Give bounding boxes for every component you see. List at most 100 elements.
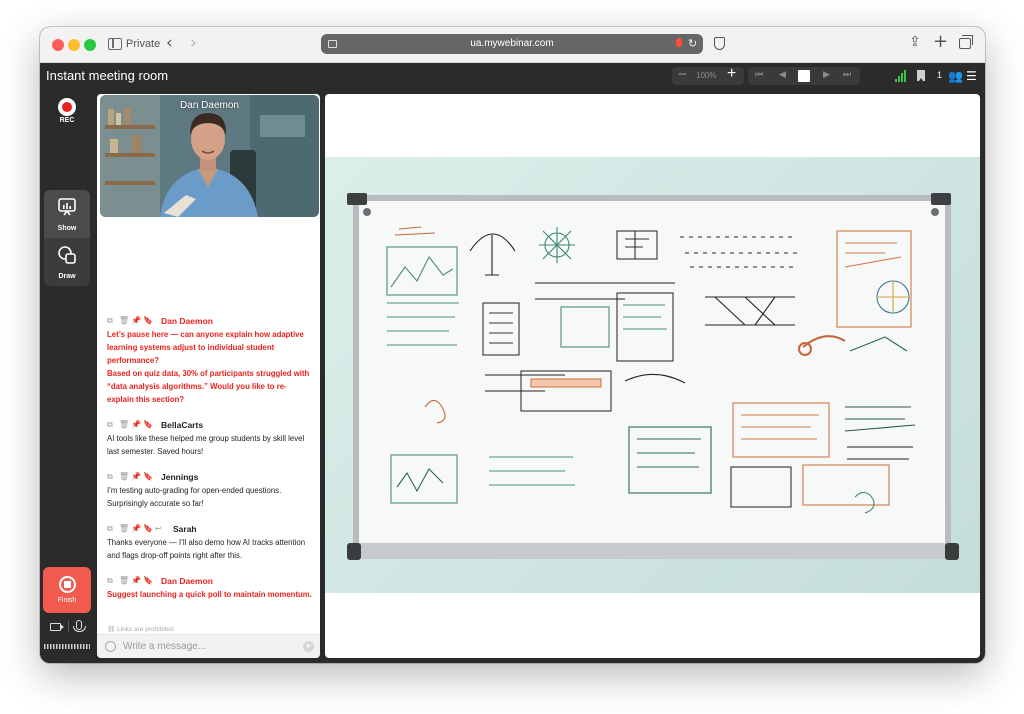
- new-tab-icon[interactable]: +: [933, 31, 948, 52]
- current-slide-indicator: [798, 70, 810, 82]
- draw-button[interactable]: Draw: [44, 238, 90, 286]
- slide-navigation: ⏮ ◀ ▶ ⏭: [748, 67, 860, 85]
- delete-icon[interactable]: 🗑: [119, 524, 129, 533]
- pin-icon[interactable]: 📌: [131, 576, 141, 585]
- message-text: I’m testing auto-grading for open-ended …: [107, 486, 282, 508]
- delete-icon[interactable]: 🗑: [119, 576, 129, 585]
- page-icon: [328, 40, 337, 48]
- forward-button[interactable]: ›: [190, 33, 197, 53]
- pin-icon[interactable]: 📌: [131, 524, 141, 533]
- links-notice: ⛓ Links are prohibited: [107, 626, 174, 633]
- send-icon[interactable]: ➤: [303, 641, 314, 652]
- message-input[interactable]: [123, 639, 293, 654]
- record-button[interactable]: REC: [48, 95, 86, 131]
- browser-toolbar: Private ‹ › ua.mywebinar.com ↻ ⇪ +: [40, 27, 985, 63]
- draw-label: Draw: [58, 273, 76, 280]
- finish-label: Finish: [57, 597, 77, 604]
- message-author: Jennings: [161, 471, 199, 482]
- pin-icon[interactable]: 📌: [131, 472, 141, 481]
- divider: [68, 620, 69, 632]
- zoom-in-button[interactable]: +: [727, 65, 736, 83]
- bookmark-icon[interactable]: 🔖: [143, 576, 153, 585]
- minimize-window-button[interactable]: [68, 39, 80, 51]
- shapes-icon: [58, 246, 76, 264]
- left-toolbar: REC Show Draw Finish: [40, 89, 95, 663]
- side-panel: Dan Daemon ⧉ 🗑 📌 🔖 Dan Daemon Let’s paus…: [97, 94, 320, 658]
- connection-signal-icon: [895, 70, 909, 82]
- copy-icon[interactable]: ⧉: [107, 524, 116, 533]
- back-button[interactable]: ‹: [166, 33, 173, 53]
- message-composer: ➤: [97, 634, 320, 658]
- tab-overview-icon[interactable]: [959, 35, 973, 49]
- url-text: ua.mywebinar.com: [470, 38, 554, 49]
- privacy-shield-icon[interactable]: [714, 37, 725, 50]
- emoji-icon[interactable]: [105, 641, 116, 652]
- presenter-video: Dan Daemon: [100, 95, 319, 217]
- chat-message: ⧉ 🗑 📌 🔖 ↩ Sarah Thanks everyone — I’ll a…: [107, 523, 312, 562]
- presentation-area: [325, 94, 980, 658]
- sidebar-icon[interactable]: [108, 38, 122, 50]
- presenter-name: Dan Daemon: [180, 100, 239, 111]
- reload-icon[interactable]: ↻: [688, 34, 697, 54]
- message-text: AI tools like these helped me group stud…: [107, 434, 305, 456]
- pin-icon[interactable]: 📌: [131, 420, 141, 429]
- bookmark-icon[interactable]: 🔖: [143, 420, 153, 429]
- delete-icon[interactable]: 🗑: [119, 472, 129, 481]
- copy-icon[interactable]: ⧉: [107, 472, 116, 481]
- browser-window: Private ‹ › ua.mywebinar.com ↻ ⇪ + Insta…: [40, 27, 985, 663]
- maximize-window-button[interactable]: [84, 39, 96, 51]
- bookmark-icon[interactable]: 🔖: [143, 472, 153, 481]
- chat-message: ⧉ 🗑 📌 🔖 Dan Daemon Suggest launching a q…: [107, 575, 312, 601]
- zoom-control: − 100% +: [672, 65, 744, 85]
- previous-slide-button[interactable]: ◀: [779, 70, 786, 80]
- first-slide-button[interactable]: ⏮: [755, 70, 763, 80]
- message-author: Dan Daemon: [161, 575, 213, 586]
- chat-message: ⧉ 🗑 📌 🔖 Dan Daemon Let’s pause here — ca…: [107, 315, 312, 406]
- delete-icon[interactable]: 🗑: [119, 420, 129, 429]
- microphone-icon[interactable]: [73, 620, 86, 632]
- camera-icon[interactable]: [50, 623, 64, 631]
- copy-icon[interactable]: ⧉: [107, 576, 116, 585]
- audio-level-meter: [44, 644, 90, 649]
- next-slide-button[interactable]: ▶: [823, 70, 830, 80]
- chat-message: ⧉ 🗑 📌 🔖 Jennings I’m testing auto-gradin…: [107, 471, 312, 510]
- zoom-out-button[interactable]: −: [678, 66, 687, 83]
- record-icon: [58, 98, 76, 116]
- message-text: Let’s pause here — can anyone explain ho…: [107, 330, 310, 404]
- room-title: Instant meeting room: [46, 68, 169, 83]
- bookmark-icon[interactable]: [917, 70, 925, 81]
- zoom-level: 100%: [696, 71, 717, 80]
- private-mode-label: Private: [126, 38, 161, 50]
- close-window-button[interactable]: [52, 39, 64, 51]
- tool-group: Show Draw: [44, 190, 90, 286]
- show-button[interactable]: Show: [44, 190, 90, 238]
- address-bar[interactable]: ua.mywebinar.com ↻: [321, 34, 703, 54]
- chat-panel: ⧉ 🗑 📌 🔖 Dan Daemon Let’s pause here — ca…: [97, 221, 320, 633]
- app-header: Instant meeting room − 100% + ⏮ ◀ ▶ ⏭ 1 …: [40, 63, 985, 89]
- bookmark-icon[interactable]: 🔖: [143, 316, 153, 325]
- menu-icon[interactable]: ☰: [966, 69, 977, 83]
- finish-button[interactable]: Finish: [43, 567, 91, 613]
- link-icon: ⛓: [107, 626, 118, 633]
- message-author: BellaCarts: [161, 419, 204, 430]
- slide-image: [325, 157, 980, 593]
- reply-icon[interactable]: ↩: [155, 524, 164, 533]
- delete-icon[interactable]: 🗑: [119, 316, 129, 325]
- chat-message: ⧉ 🗑 📌 🔖 BellaCarts AI tools like these h…: [107, 419, 312, 458]
- participants-icon[interactable]: 👥: [948, 69, 963, 83]
- presentation-icon: [58, 198, 76, 216]
- copy-icon[interactable]: ⧉: [107, 420, 116, 429]
- bookmark-icon[interactable]: 🔖: [143, 524, 153, 533]
- record-label: REC: [59, 117, 75, 124]
- message-text: Thanks everyone — I’ll also demo how AI …: [107, 538, 306, 560]
- presenter-video-frame: [100, 95, 319, 217]
- microphone-indicator-icon: [676, 38, 682, 47]
- participant-count: 1: [937, 70, 943, 80]
- copy-icon[interactable]: ⧉: [107, 316, 116, 325]
- last-slide-button[interactable]: ⏭: [843, 70, 851, 80]
- show-label: Show: [57, 225, 77, 232]
- share-icon[interactable]: ⇪: [909, 34, 921, 50]
- message-author: Dan Daemon: [161, 315, 213, 326]
- stop-icon: [58, 576, 76, 593]
- pin-icon[interactable]: 📌: [131, 316, 141, 325]
